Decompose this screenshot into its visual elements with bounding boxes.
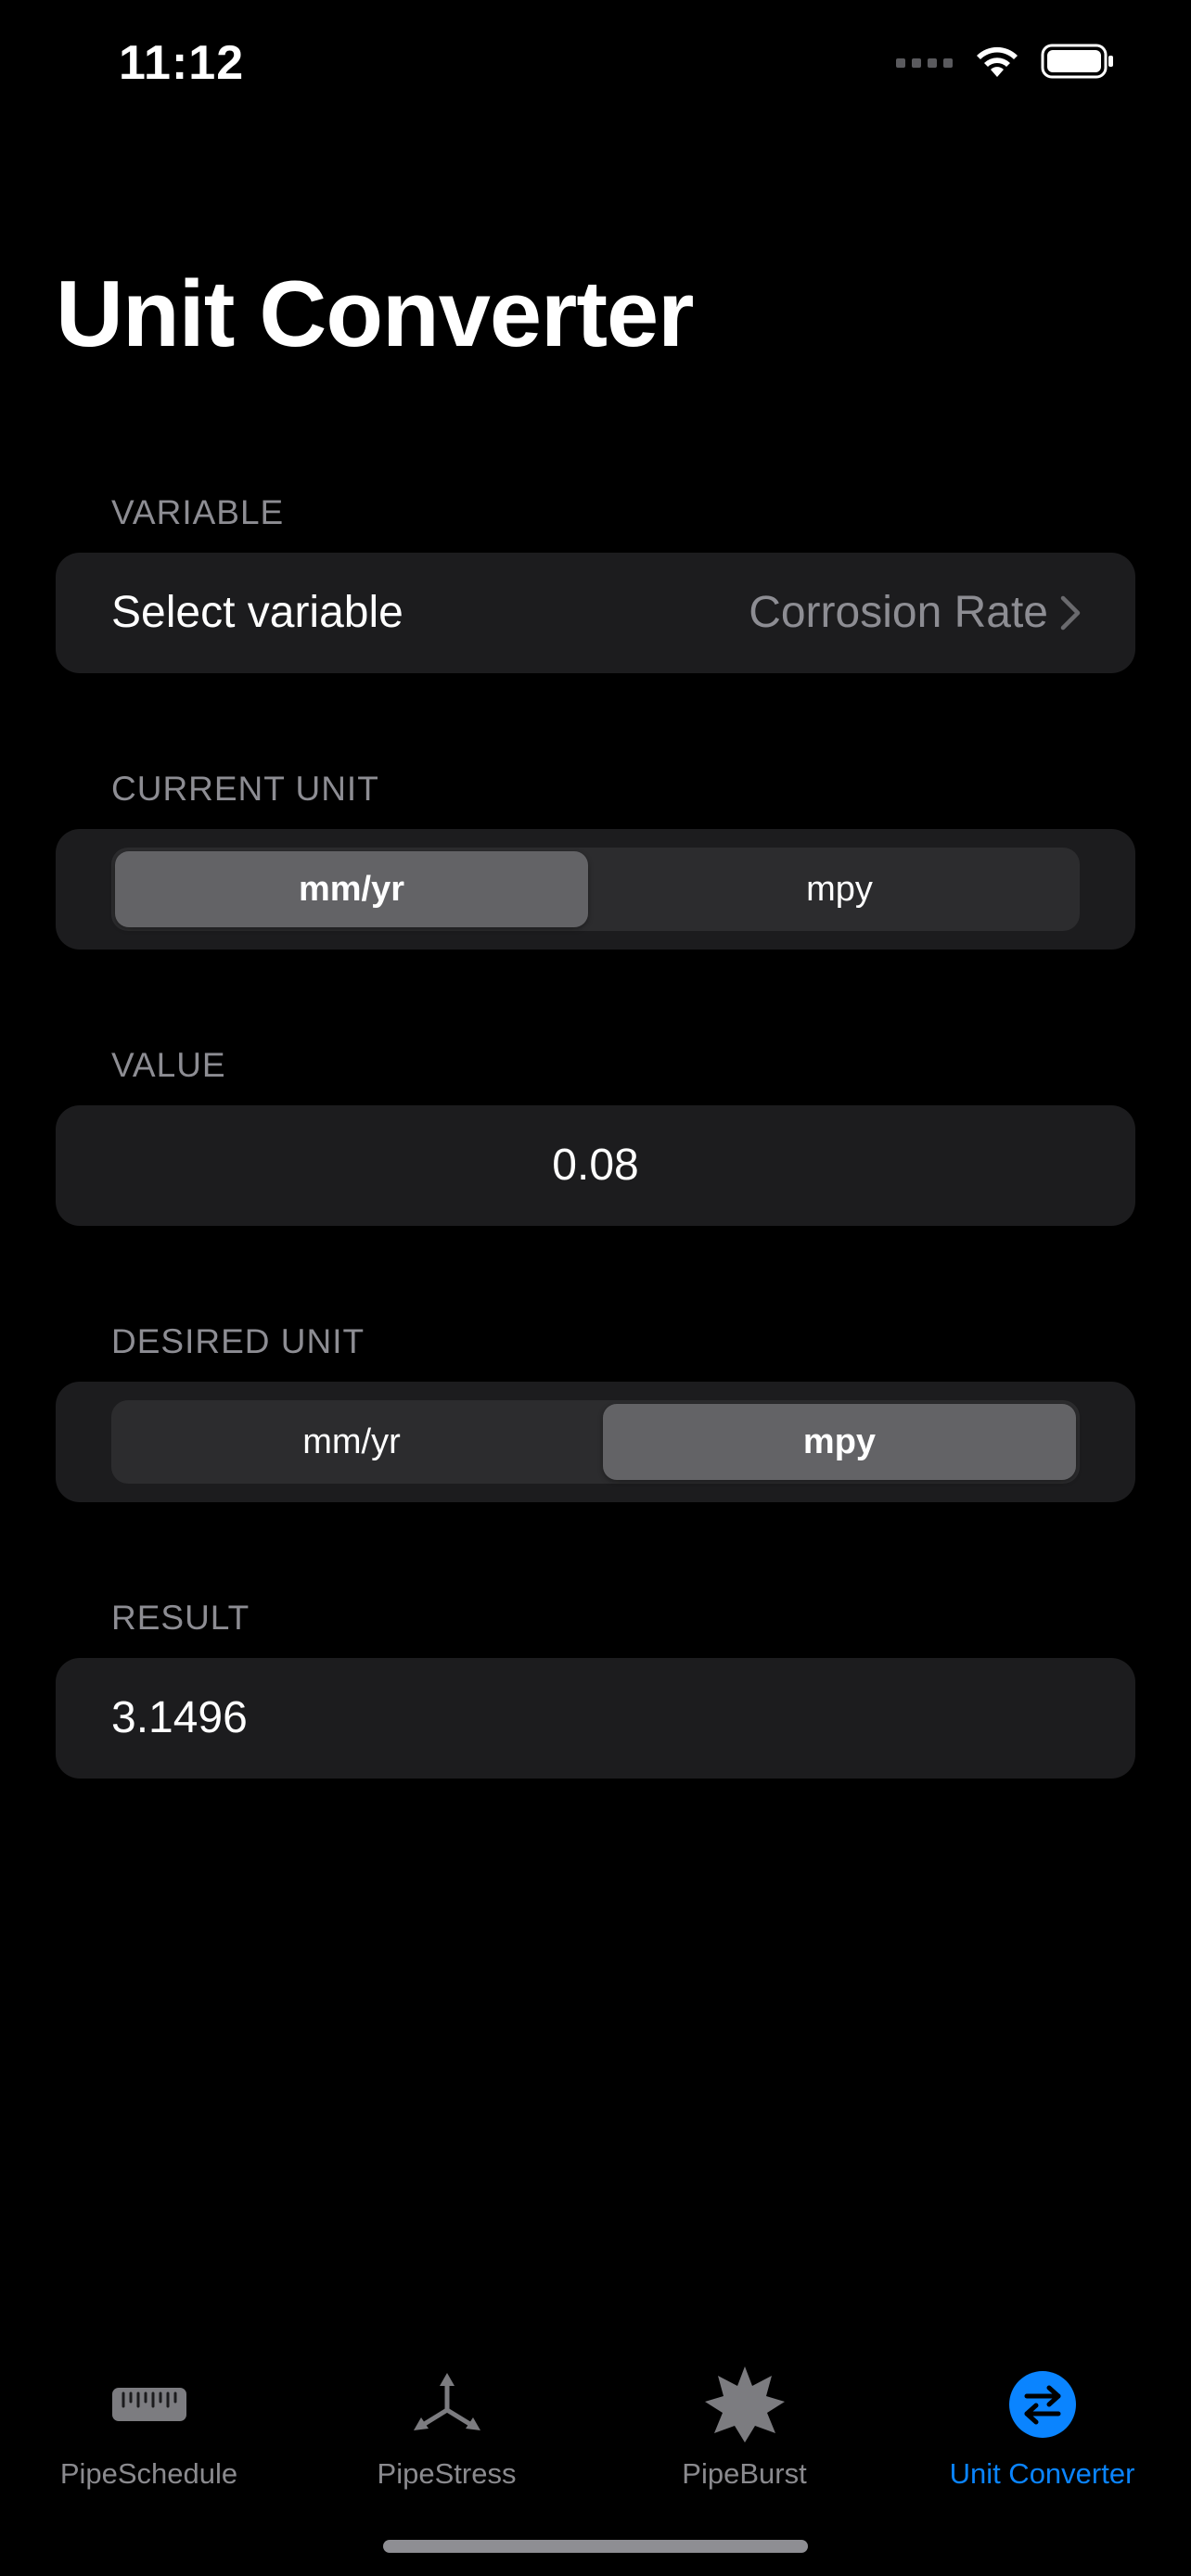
- chevron-right-icon: [1060, 595, 1081, 631]
- selected-variable-value: Corrosion Rate: [749, 588, 1048, 637]
- result-value: 3.1496: [111, 1693, 248, 1742]
- wifi-icon: [977, 46, 1018, 77]
- value-section-header: VALUE: [111, 1046, 226, 1084]
- tab-label-unit-converter: Unit Converter: [949, 2457, 1135, 2490]
- tab-label-pipestress: PipeStress: [377, 2457, 517, 2490]
- status-time: 11:12: [119, 36, 245, 90]
- battery-icon: [1041, 44, 1113, 79]
- desired-unit-section-header: DESIRED UNIT: [111, 1322, 365, 1360]
- tab-pipestress[interactable]: PipeStress: [298, 2337, 596, 2490]
- select-variable-row[interactable]: Select variable Corrosion Rate: [56, 553, 1135, 673]
- current-unit-option-mpy[interactable]: mpy: [603, 851, 1076, 927]
- desired-unit-segmented-control: mm/yr mpy: [111, 1400, 1080, 1484]
- tab-pipeschedule[interactable]: PipeSchedule: [0, 2337, 298, 2490]
- result-section-header: RESULT: [111, 1599, 250, 1637]
- convert-arrows-icon: [996, 2363, 1089, 2446]
- desired-unit-option-mpy[interactable]: mpy: [603, 1404, 1076, 1480]
- value-input-text: 0.08: [552, 1141, 639, 1190]
- current-unit-group: mm/yr mpy: [56, 829, 1135, 950]
- status-bar: 11:12: [0, 0, 1191, 139]
- value-input-field[interactable]: 0.08: [56, 1105, 1135, 1226]
- ruler-icon: [103, 2363, 196, 2446]
- desired-unit-option-mm-yr[interactable]: mm/yr: [115, 1404, 588, 1480]
- burst-icon: [698, 2363, 791, 2446]
- status-icons: [896, 43, 1115, 80]
- tab-unit-converter[interactable]: Unit Converter: [893, 2337, 1191, 2490]
- desired-unit-group: mm/yr mpy: [56, 1382, 1135, 1502]
- stress-arrows-icon: [401, 2363, 493, 2446]
- result-field: 3.1496: [56, 1658, 1135, 1779]
- tab-label-pipeschedule: PipeSchedule: [59, 2457, 238, 2490]
- home-indicator: [383, 2540, 808, 2553]
- tab-pipeburst[interactable]: PipeBurst: [596, 2337, 893, 2490]
- variable-section-header: VARIABLE: [111, 493, 285, 531]
- page-title: Unit Converter: [56, 262, 694, 366]
- current-unit-option-mm-yr[interactable]: mm/yr: [115, 851, 588, 927]
- tab-label-pipeburst: PipeBurst: [682, 2457, 807, 2490]
- cellular-signal-icon: [896, 58, 953, 68]
- select-variable-label: Select variable: [111, 588, 403, 637]
- current-unit-segmented-control: mm/yr mpy: [111, 848, 1080, 931]
- current-unit-section-header: CURRENT UNIT: [111, 770, 379, 808]
